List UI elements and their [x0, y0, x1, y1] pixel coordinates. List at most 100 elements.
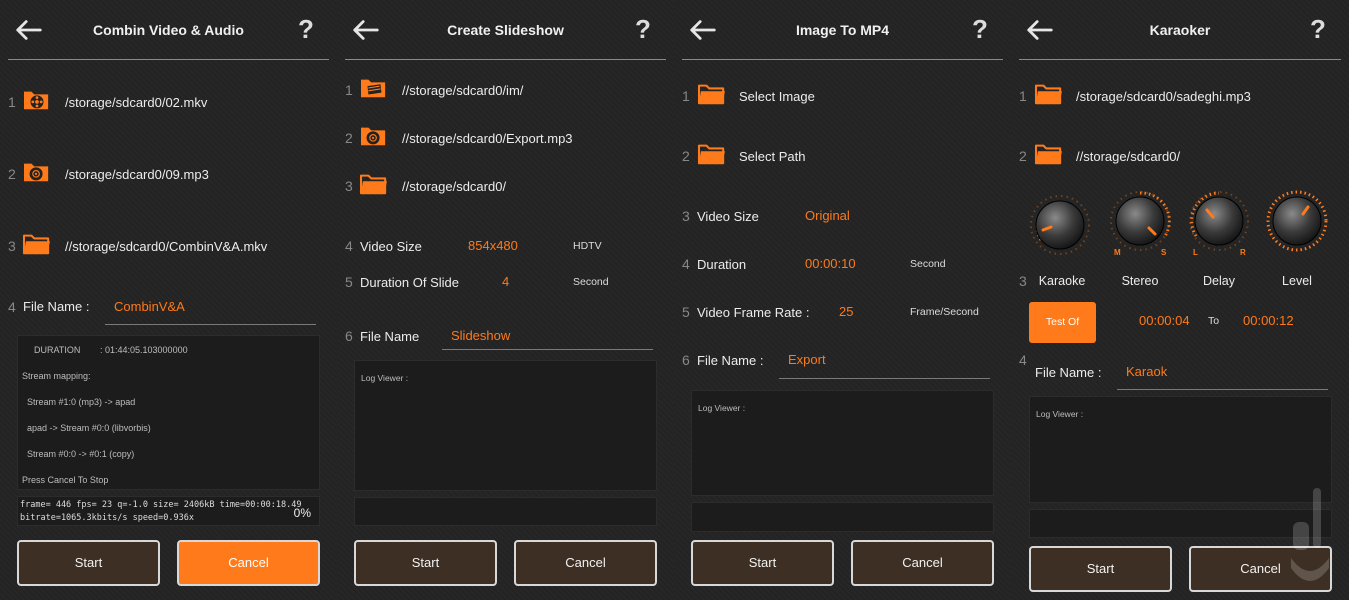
cancel-button[interactable]: Cancel [177, 540, 320, 586]
duration-value: : 01:44:05.103000000 [100, 345, 188, 355]
row-number: 4 [1019, 352, 1027, 368]
test-button[interactable]: Test Of [1029, 302, 1096, 343]
video-file-icon[interactable] [22, 87, 52, 113]
file-name-input[interactable]: CombinV&A [114, 299, 185, 314]
row-number: 6 [345, 328, 353, 344]
row-number: 5 [345, 274, 353, 290]
folder-icon[interactable] [697, 141, 727, 167]
delay-label: Delay [1203, 274, 1235, 288]
output-path[interactable]: //storage/sdcard0/ [1076, 149, 1180, 164]
help-icon[interactable]: ? [969, 14, 991, 44]
file-name-input[interactable]: Export [788, 352, 826, 367]
log-line: Stream #1:0 (mp3) -> apad [27, 397, 136, 407]
row-number: 4 [345, 238, 353, 254]
header-divider [682, 59, 1003, 60]
progress-stats: frame= 446 fps= 23 q=-1.0 size= 2406kB t… [20, 500, 302, 510]
folder-icon[interactable] [697, 81, 727, 107]
video-size-unit: HDTV [573, 240, 602, 252]
start-button[interactable]: Start [1029, 546, 1172, 592]
mono-mark: M [1114, 248, 1121, 257]
input-underline [779, 378, 990, 379]
to-time[interactable]: 00:00:12 [1243, 313, 1294, 328]
log-line: Press Cancel To Stop [22, 475, 109, 485]
right-mark: R [1240, 248, 1246, 257]
delay-knob[interactable] [1188, 190, 1250, 252]
audio-file-icon[interactable] [359, 123, 389, 149]
input-underline [105, 324, 316, 325]
row-number: 3 [1019, 273, 1027, 289]
frame-rate-value[interactable]: 25 [839, 304, 853, 319]
row-number: 5 [682, 304, 690, 320]
file-name-label: File Name : [697, 353, 764, 368]
cancel-button[interactable]: Cancel [851, 540, 994, 586]
image-to-mp4-panel: Image To MP4 ? 1 Select Image 2 Select P… [674, 0, 1011, 600]
video-size-value[interactable]: Original [805, 208, 850, 223]
row-number: 1 [1019, 88, 1027, 104]
back-arrow-icon[interactable] [14, 16, 44, 44]
start-button[interactable]: Start [354, 540, 497, 586]
file-name-label: File Name [360, 329, 420, 344]
row-number: 3 [682, 208, 690, 224]
input-underline [442, 349, 653, 350]
input-audio-path[interactable]: /storage/sdcard0/sadeghi.mp3 [1076, 89, 1251, 104]
images-stack-icon[interactable] [359, 75, 389, 101]
input-underline [1117, 389, 1328, 390]
progress-box [354, 497, 657, 526]
log-viewer: Log Viewer : [354, 360, 657, 491]
page-title: Image To MP4 [795, 22, 890, 38]
progress-box: frame= 446 fps= 23 q=-1.0 size= 2406kB t… [17, 496, 320, 526]
output-path[interactable]: //storage/sdcard0/ [402, 179, 506, 194]
start-button[interactable]: Start [17, 540, 160, 586]
log-viewer: DURATION : 01:44:05.103000000 Stream map… [17, 335, 320, 490]
page-title: Karaoker [1149, 22, 1211, 38]
folder-icon[interactable] [1034, 141, 1064, 167]
select-image-button[interactable]: Select Image [739, 89, 815, 104]
log-viewer-label: Log Viewer : [361, 373, 409, 383]
back-arrow-icon[interactable] [351, 16, 381, 44]
log-line: apad -> Stream #0:0 (libvorbis) [27, 423, 151, 433]
row-number: 1 [345, 82, 353, 98]
help-icon[interactable]: ? [1307, 14, 1329, 44]
stereo-mark: S [1161, 248, 1167, 257]
page-title: Create Slideshow [447, 22, 564, 38]
file-name-input[interactable]: Karaok [1126, 364, 1167, 379]
start-button[interactable]: Start [691, 540, 834, 586]
folder-icon[interactable] [359, 171, 389, 197]
folder-icon[interactable] [1034, 81, 1064, 107]
input-audio-path[interactable]: /storage/sdcard0/09.mp3 [65, 167, 209, 182]
cancel-button[interactable]: Cancel [514, 540, 657, 586]
row-number: 1 [8, 94, 16, 110]
header-divider [8, 59, 329, 60]
row-number: 4 [682, 256, 690, 272]
stereo-knob[interactable] [1109, 190, 1171, 252]
slide-duration-unit: Second [573, 276, 609, 288]
audio-file-icon[interactable] [22, 159, 52, 185]
audio-path[interactable]: //storage/sdcard0/Export.mp3 [402, 131, 573, 146]
page-title: Combin Video & Audio [93, 22, 244, 38]
row-number: 2 [345, 130, 353, 146]
row-number: 4 [8, 299, 16, 315]
help-icon[interactable]: ? [295, 14, 317, 44]
slide-duration-value[interactable]: 4 [502, 274, 509, 289]
folder-icon[interactable] [22, 231, 52, 257]
help-icon[interactable]: ? [632, 14, 654, 44]
log-viewer-label: Log Viewer : [1036, 409, 1084, 419]
level-knob[interactable] [1266, 190, 1328, 252]
from-time[interactable]: 00:00:04 [1139, 313, 1190, 328]
select-path-button[interactable]: Select Path [739, 149, 806, 164]
back-arrow-icon[interactable] [1025, 16, 1055, 44]
images-folder-path[interactable]: //storage/sdcard0/im/ [402, 83, 523, 98]
progress-bitrate: bitrate=1065.3kbits/s speed=0.936x [20, 513, 194, 523]
output-path[interactable]: //storage/sdcard0/CombinV&A.mkv [65, 239, 267, 254]
row-number: 3 [8, 238, 16, 254]
file-name-label: File Name : [1035, 365, 1102, 380]
row-number: 3 [345, 178, 353, 194]
back-arrow-icon[interactable] [688, 16, 718, 44]
input-video-path[interactable]: /storage/sdcard0/02.mkv [65, 95, 207, 110]
karaoke-knob[interactable] [1029, 194, 1091, 256]
video-size-value[interactable]: 854x480 [468, 238, 518, 253]
progress-box [691, 502, 994, 532]
to-label: To [1208, 315, 1220, 327]
duration-value[interactable]: 00:00:10 [805, 256, 856, 271]
file-name-input[interactable]: Slideshow [451, 328, 510, 343]
